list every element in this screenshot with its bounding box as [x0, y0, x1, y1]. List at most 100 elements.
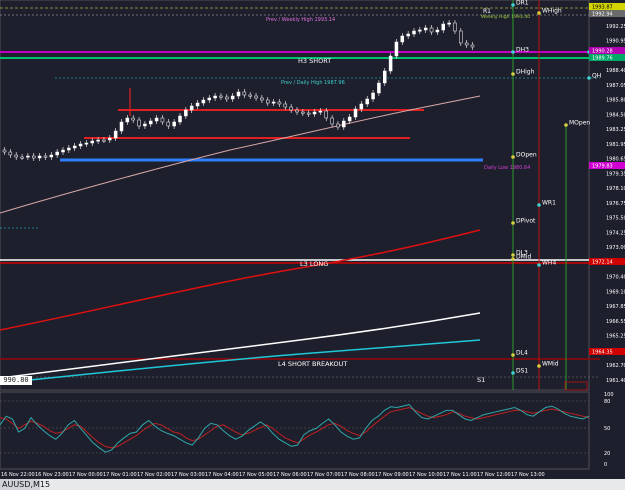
pivot-dot: [537, 263, 541, 267]
candle-body: [406, 33, 410, 37]
time-tick-label: 17 Nov 00:00: [69, 472, 103, 478]
candle-body: [464, 42, 469, 46]
price-tick-label: 1975.50: [606, 216, 625, 222]
osc-tick-label: 20: [604, 451, 610, 457]
candle-body: [347, 116, 352, 122]
candle-body: [400, 35, 405, 43]
price-tag-label: 1964.35: [592, 350, 613, 356]
price-tick-label: 1987.05: [606, 83, 625, 89]
time-tick-label: 17 Nov 06:00: [273, 472, 307, 478]
candle-body: [26, 155, 30, 158]
price-tick-label: 1985.80: [606, 98, 625, 104]
time-tick-label: 17 Nov 13:00: [511, 472, 545, 478]
candle-body: [236, 91, 241, 97]
candle-body: [72, 145, 77, 149]
price-tag-label: 1979.83: [592, 164, 613, 170]
chart-tab-auusd[interactable]: AUUSD,M15: [0, 479, 50, 490]
time-tick-label: 17 Nov 05:00: [239, 472, 273, 478]
candle-body: [388, 55, 393, 72]
candle-body: [470, 44, 475, 48]
candle-body: [201, 99, 206, 104]
candle-body: [20, 156, 24, 159]
candle-body: [230, 95, 235, 100]
pivot-label: DL4: [516, 350, 528, 357]
price-tick-label: 1970.40: [606, 275, 625, 281]
candle-body: [447, 22, 451, 25]
candle-body: [289, 106, 293, 111]
candle-body: [131, 117, 135, 121]
candle-body: [266, 99, 270, 104]
time-tick-label: 16 Nov 22:00: [1, 472, 35, 478]
daily-low-label: Daily Low 1980.64: [484, 165, 530, 171]
time-tick-label: 17 Nov 10:00: [409, 472, 443, 478]
candle-body: [429, 27, 434, 33]
price-tick-label: 1973.00: [606, 245, 625, 251]
price-tag-label: 1993.87: [592, 5, 613, 11]
candle-body: [359, 103, 364, 110]
candle-body: [108, 137, 112, 141]
s1-label: S1: [477, 376, 485, 384]
osc-tick-label: 50: [604, 426, 610, 432]
pivot-dot: [511, 50, 515, 54]
candle-body: [113, 130, 118, 139]
price-tick-label: 1988.40: [606, 68, 625, 74]
time-tick-label: 17 Nov 12:00: [477, 472, 511, 478]
pivot-label: QH: [592, 73, 601, 80]
pivot-label: DPivot: [516, 218, 536, 225]
price-tick-label: 1984.50: [606, 112, 625, 118]
pivot-dot: [511, 371, 515, 375]
time-tick-label: 17 Nov 09:00: [375, 472, 409, 478]
candle-body: [178, 115, 182, 123]
price-tick-label: 1962.70: [606, 363, 625, 369]
candle-body: [377, 82, 381, 94]
price-tick-label: 1961.40: [606, 378, 625, 384]
candle-body: [295, 109, 299, 113]
candle-body: [125, 117, 130, 123]
pivot-dot: [564, 123, 568, 127]
pivot-dot: [511, 155, 515, 159]
bid-price-box: 990.80: [0, 376, 32, 385]
pivot-label: DOpen: [516, 152, 537, 159]
candle-body: [453, 22, 457, 32]
candle-body: [189, 105, 194, 111]
pivot-label: WHigh: [542, 8, 562, 15]
candle-body: [55, 151, 59, 156]
candle-body: [277, 101, 282, 105]
candle-body: [283, 103, 288, 108]
candle-body: [225, 96, 229, 100]
candle-body: [254, 95, 258, 99]
price-chart[interactable]: DR1WHighDH3QH5DHighQHMOpenDOpenWR1DPivot…: [0, 0, 625, 490]
candle-body: [336, 123, 340, 128]
candle-body: [143, 123, 147, 127]
candle-body: [137, 119, 141, 127]
pivot-label: WMid: [542, 361, 559, 368]
candle-body: [312, 111, 317, 115]
time-tick-label: 17 Nov 01:00: [103, 472, 137, 478]
candle-body: [383, 70, 387, 84]
price-tick-label: 1978.10: [606, 186, 625, 192]
candle-body: [149, 120, 153, 125]
pivot-label: DR1: [516, 0, 529, 7]
time-tick-label: 17 Nov 02:00: [137, 472, 171, 478]
candle-body: [271, 101, 276, 104]
candle-body: [441, 23, 445, 31]
pivot-label: DS1: [516, 368, 528, 375]
candle-body: [213, 95, 217, 99]
candle-body: [260, 97, 264, 101]
pivot-dot: [511, 221, 515, 225]
pivot-dot: [511, 253, 515, 257]
candle-body: [248, 94, 252, 97]
l3-long-label: L3 LONG: [300, 260, 328, 268]
candle-body: [43, 155, 48, 158]
candle-body: [14, 154, 18, 158]
candle-body: [32, 155, 36, 159]
candle-body: [353, 108, 358, 118]
candle-body: [102, 139, 106, 142]
candle-body: [78, 143, 83, 147]
candle-body: [207, 97, 211, 101]
candle-body: [67, 147, 71, 151]
candle-body: [160, 117, 165, 123]
price-tag-label: 1990.28: [592, 49, 613, 55]
time-tick-label: 17 Nov 08:00: [341, 472, 375, 478]
daily-high-label: Prev / Daily High 1987.96: [281, 80, 345, 86]
